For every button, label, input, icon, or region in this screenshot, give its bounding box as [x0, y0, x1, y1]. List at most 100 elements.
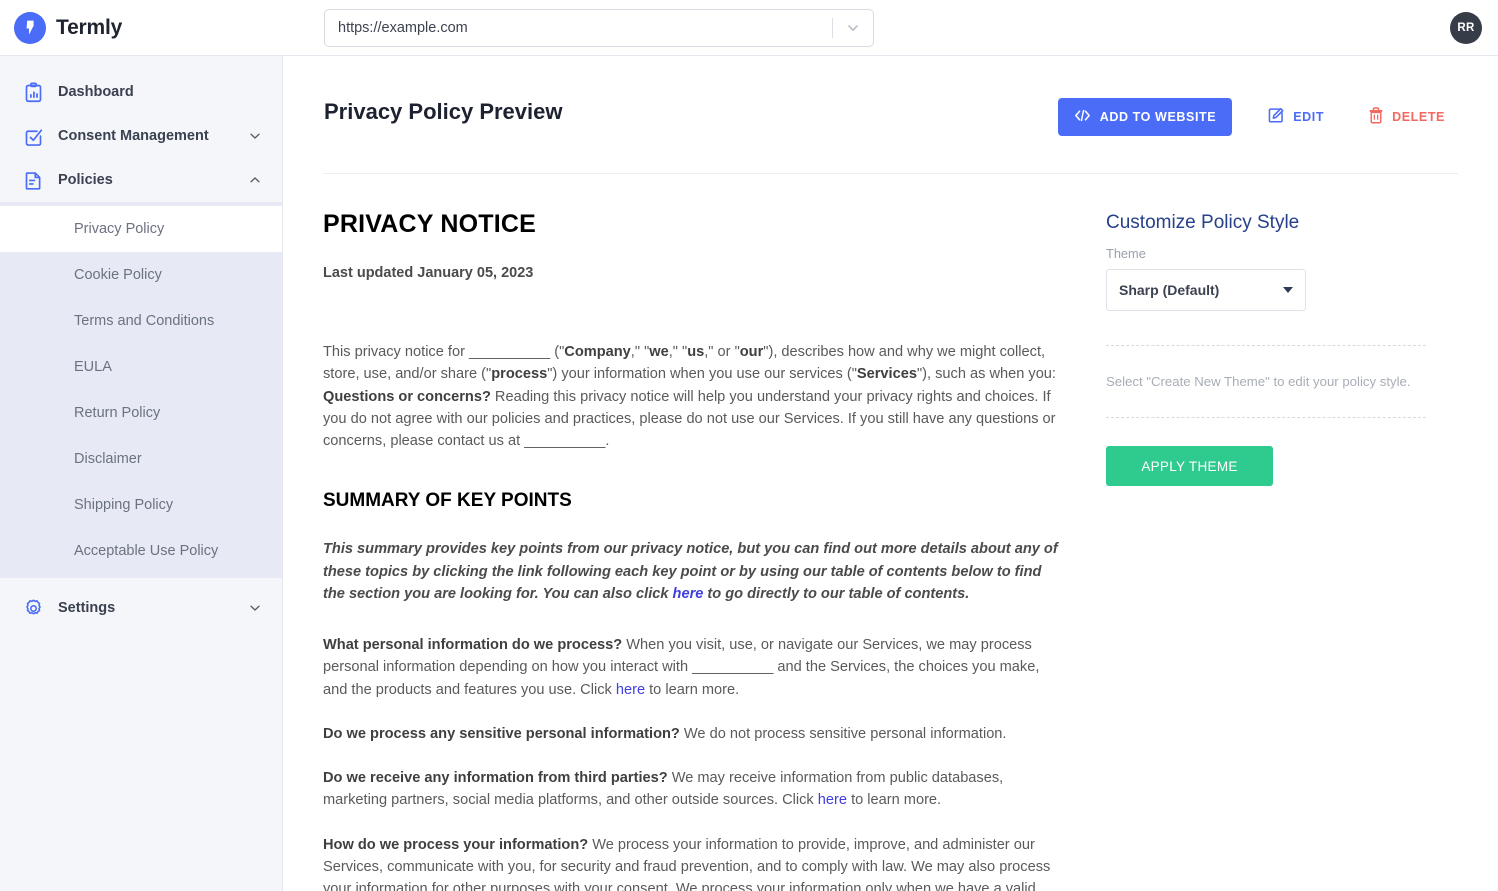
- key-point-sensitive-information: Do we process any sensitive personal inf…: [323, 723, 1062, 745]
- key-point-label: How do we process your information?: [323, 836, 589, 853]
- sidebar-item-label: Policies: [58, 172, 113, 188]
- sidebar-item-consent-management[interactable]: Consent Management: [0, 114, 282, 158]
- chevron-down-icon[interactable]: [833, 10, 873, 46]
- term-services: Services: [856, 366, 917, 383]
- text-fragment: ," ": [630, 344, 650, 360]
- sidebar-subitem-return-policy[interactable]: Return Policy: [0, 390, 282, 436]
- summary-heading: SUMMARY OF KEY POINTS: [323, 490, 572, 512]
- policy-last-updated: Last updated January 05, 2023: [323, 265, 534, 281]
- sidebar-subitem-label: Privacy Policy: [74, 221, 165, 237]
- key-point-how-we-process: How do we process your information? We p…: [323, 834, 1062, 891]
- settings-section: Settings: [0, 586, 282, 630]
- panel-divider-bottom: [1106, 417, 1426, 418]
- chevron-up-icon[interactable]: [248, 173, 262, 187]
- apply-theme-button[interactable]: APPLY THEME: [1106, 446, 1273, 486]
- dashboard-chart-icon: [22, 81, 44, 103]
- term-process: process: [491, 366, 548, 383]
- term-us: us: [687, 344, 705, 360]
- sidebar-subitem-privacy-policy[interactable]: Privacy Policy: [0, 206, 282, 252]
- text-fragment: This privacy notice for: [323, 344, 469, 360]
- sidebar-subitem-cookie-policy[interactable]: Cookie Policy: [0, 252, 282, 298]
- pencil-square-icon: [1268, 107, 1285, 127]
- sidebar-subitem-shipping-policy[interactable]: Shipping Policy: [0, 482, 282, 528]
- sidebar-subitem-label: EULA: [74, 359, 112, 375]
- text-fragment: ") your information when you use our ser…: [547, 366, 857, 383]
- key-point-link[interactable]: here: [616, 682, 645, 698]
- sidebar-subitem-label: Return Policy: [74, 405, 161, 421]
- key-point-third-parties: Do we receive any information from third…: [323, 767, 1062, 812]
- text-fragment: to go directly to our table of contents.: [703, 586, 970, 603]
- sidebar-item-label: Settings: [58, 600, 116, 616]
- policy-intro-paragraph: This privacy notice for __________ ("Com…: [323, 341, 1062, 386]
- sidebar-subitem-eula[interactable]: EULA: [0, 344, 282, 390]
- text-fragment: "), such as when you:: [916, 366, 1056, 383]
- sidebar-item-policies[interactable]: Policies: [0, 158, 282, 202]
- document-lines-icon: [22, 169, 44, 191]
- blank-placeholder: __________: [524, 433, 606, 450]
- sidebar-item-label: Consent Management: [58, 128, 209, 144]
- edit-button[interactable]: EDIT: [1256, 100, 1336, 134]
- term-our: our: [739, 344, 764, 360]
- page-actions: ADD TO WEBSITE EDIT DELETE: [1057, 98, 1457, 136]
- questions-label: Questions or concerns?: [323, 388, 491, 405]
- summary-paragraph: This summary provides key points from ou…: [323, 538, 1062, 606]
- policies-submenu: Privacy Policy Cookie Policy Terms and C…: [0, 202, 282, 578]
- top-bar: Termly https://example.com RR: [0, 0, 1498, 56]
- sidebar-subitem-disclaimer[interactable]: Disclaimer: [0, 436, 282, 482]
- key-point-label: What personal information do we process?: [323, 636, 623, 653]
- trash-can-icon: [1368, 107, 1384, 127]
- checkbox-check-icon: [22, 125, 44, 147]
- gear-icon: [22, 597, 44, 619]
- term-we: we: [649, 344, 669, 360]
- theme-select[interactable]: Sharp (Default): [1106, 269, 1306, 311]
- theme-selected-value: Sharp (Default): [1119, 282, 1220, 298]
- sidebar-subitem-label: Disclaimer: [74, 451, 142, 467]
- text-fragment: to learn more.: [847, 792, 942, 809]
- sidebar-subitem-label: Terms and Conditions: [74, 313, 215, 329]
- sidebar-subitem-label: Acceptable Use Policy: [74, 543, 219, 559]
- policy-document: PRIVACY NOTICE Last updated January 05, …: [323, 174, 1086, 891]
- text-fragment: .: [605, 433, 610, 450]
- sidebar-item-label: Dashboard: [58, 84, 134, 100]
- policy-questions-paragraph: Questions or concerns? Reading this priv…: [323, 386, 1062, 453]
- user-avatar[interactable]: RR: [1450, 12, 1482, 44]
- site-url-value[interactable]: https://example.com: [325, 20, 832, 36]
- sidebar-item-dashboard[interactable]: Dashboard: [0, 70, 282, 114]
- text-fragment: We do not process sensitive personal inf…: [679, 725, 1007, 742]
- text-fragment: ," or ": [704, 344, 740, 360]
- termly-bolt-logo-icon: [14, 11, 46, 44]
- page-title: Privacy Policy Preview: [324, 99, 563, 124]
- chevron-down-icon[interactable]: [248, 129, 262, 143]
- theme-label: Theme: [1106, 246, 1146, 261]
- chevron-down-icon[interactable]: [248, 601, 262, 615]
- page-header: Privacy Policy Preview ADD TO WEBSITE ED…: [323, 56, 1458, 174]
- add-to-website-button[interactable]: ADD TO WEBSITE: [1057, 98, 1233, 136]
- add-to-website-label: ADD TO WEBSITE: [1099, 110, 1217, 124]
- key-point-link[interactable]: here: [818, 792, 847, 808]
- key-point-personal-information: What personal information do we process?…: [323, 634, 1062, 701]
- sidebar-subitem-label: Cookie Policy: [74, 267, 162, 283]
- key-point-label: Do we receive any information from third…: [323, 770, 668, 787]
- text-fragment: (": [550, 344, 565, 360]
- key-point-label: Do we process any sensitive personal inf…: [323, 725, 680, 742]
- edit-label: EDIT: [1293, 110, 1325, 124]
- sidebar-subitem-acceptable-use-policy[interactable]: Acceptable Use Policy: [0, 528, 282, 574]
- panel-divider-top: [1106, 345, 1426, 346]
- sidebar-item-settings[interactable]: Settings: [0, 586, 282, 630]
- customize-policy-style-panel: Customize Policy Style Theme Sharp (Defa…: [1086, 174, 1426, 891]
- panel-hint: Select "Create New Theme" to edit your p…: [1106, 374, 1411, 389]
- text-fragment: to learn more.: [645, 681, 740, 698]
- main-content: Privacy Policy Preview ADD TO WEBSITE ED…: [283, 56, 1498, 891]
- term-company: Company: [564, 344, 631, 360]
- text-fragment: ," ": [668, 344, 688, 360]
- summary-toc-link[interactable]: here: [673, 586, 704, 602]
- sidebar: Dashboard Consent Management Policies Pr…: [0, 56, 283, 891]
- blank-placeholder: __________: [692, 659, 774, 676]
- blank-placeholder: __________: [469, 344, 551, 360]
- brand[interactable]: Termly: [14, 11, 122, 44]
- sidebar-subitem-label: Shipping Policy: [74, 497, 174, 513]
- sidebar-subitem-terms-and-conditions[interactable]: Terms and Conditions: [0, 298, 282, 344]
- triangle-down-icon: [1283, 287, 1293, 293]
- site-url-select[interactable]: https://example.com: [324, 9, 874, 47]
- delete-button[interactable]: DELETE: [1356, 100, 1457, 134]
